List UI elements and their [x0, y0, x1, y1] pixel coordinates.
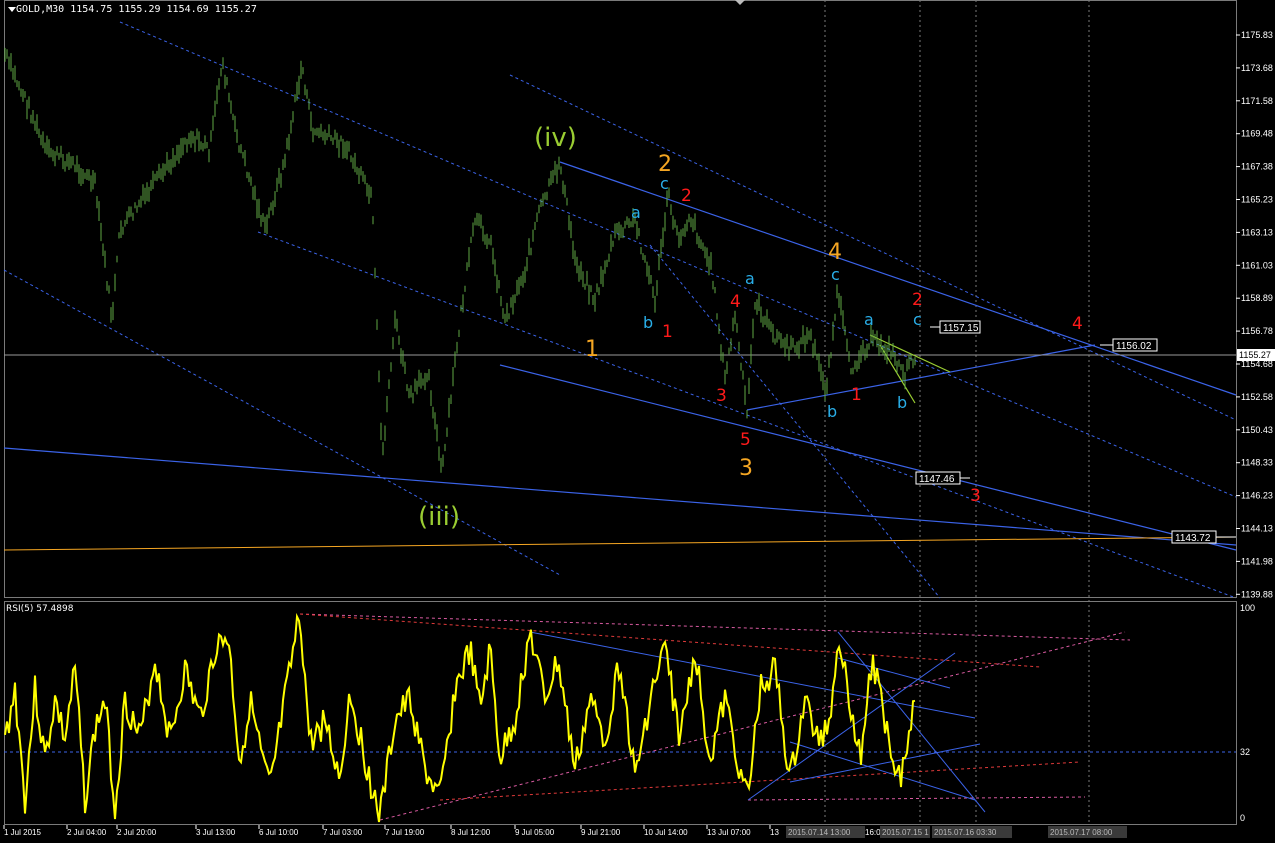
wave-labels: (iv) (iii) 2 1 3 4 c a b a c a b b c 2 1…	[418, 123, 1083, 532]
period-separators	[824, 0, 1090, 825]
wave-label-b3: b	[897, 393, 907, 412]
wave-label-a1: a	[631, 203, 641, 222]
time-tick-label: 2 Jul 04:00	[67, 828, 107, 837]
price-tick-label: 1163.13	[1241, 227, 1273, 237]
rsi-level-32: 32	[1240, 747, 1250, 757]
time-hl-0: 2015.07.14 13:00	[788, 828, 851, 837]
wave-label-iii: (iii)	[418, 502, 460, 532]
time-tick-label: 1 Jul 2015	[4, 828, 41, 837]
chart-canvas[interactable]: 1175.83 1173.68 1171.58 1169.48 1167.38 1165.…	[0, 0, 1275, 843]
wave-label-red-2a: 2	[681, 186, 692, 206]
current-price-tag: 1155.27	[1237, 349, 1275, 361]
rsi-trendlines	[299, 613, 1131, 821]
time-hl-2: 2015.07.15 1	[882, 828, 929, 837]
wave-label-c2: c	[831, 265, 840, 284]
rsi-level-0: 0	[1240, 813, 1245, 823]
wave-label-orange-1: 1	[585, 337, 599, 362]
rsi-title: RSI(5) 57.4898	[6, 604, 74, 614]
price-tag-1147: 1147.46	[915, 471, 970, 485]
price-tag-1156-text: 1156.02	[1116, 341, 1152, 352]
wave-label-c1: c	[660, 174, 669, 193]
wave-label-a3: a	[864, 310, 874, 329]
time-tick-label: 10 Jul 14:00	[644, 828, 688, 837]
rsi-line	[4, 612, 916, 823]
wave-label-red-3a: 3	[716, 386, 727, 406]
orange-support-line	[3, 536, 1237, 551]
time-tick-label: 13	[770, 828, 779, 837]
time-hl-3: 2015.07.16 03:30	[934, 828, 997, 837]
price-tick-label: 1169.48	[1241, 129, 1273, 139]
wave-label-red-1a: 1	[662, 322, 673, 342]
price-tick-label: 1167.38	[1241, 162, 1273, 172]
price-tick-label: 1146.23	[1241, 491, 1273, 501]
price-tag-1157-text: 1157.15	[943, 323, 979, 334]
chart-shift-marker[interactable]	[735, 0, 745, 5]
wave-label-red-4b: 4	[1072, 314, 1083, 334]
price-tick-label: 1165.23	[1241, 195, 1273, 205]
price-tick-label: 1173.68	[1241, 63, 1273, 73]
wave-label-red-4a: 4	[730, 292, 741, 312]
time-axis-highlights: 2015.07.14 13:00 16:0 2015.07.15 1 2015.…	[786, 826, 1127, 838]
wave-label-red-3b: 3	[970, 486, 981, 506]
price-tick-label: 1141.98	[1241, 556, 1273, 566]
time-tick-label: 9 Jul 05:00	[515, 828, 555, 837]
time-hl-1: 16:0	[865, 828, 881, 837]
time-tick-label: 6 Jul 10:00	[259, 828, 299, 837]
wave-label-c3: c	[913, 310, 922, 329]
price-tick-label: 1158.89	[1241, 293, 1273, 303]
symbol-label: GOLD,M30	[16, 4, 65, 15]
time-hl-4: 2015.07.17 08:00	[1050, 828, 1113, 837]
wave-label-red-1b: 1	[851, 385, 862, 405]
price-tick-label: 1150.43	[1241, 425, 1273, 435]
price-tick-label: 1156.78	[1241, 326, 1273, 336]
ohlc-header: GOLD,M30 1154.75 1155.29 1154.69 1155.27	[6, 4, 257, 15]
price-tick-label: 1152.58	[1241, 392, 1273, 402]
wave-label-red-2b: 2	[912, 290, 923, 310]
price-tick-label: 1171.58	[1241, 96, 1273, 106]
price-axis: 1175.83 1173.68 1171.58 1169.48 1167.38 1165.…	[1236, 30, 1273, 599]
price-tag-1147-text: 1147.46	[919, 474, 955, 485]
price-candles	[4, 47, 916, 473]
price-tag-1143-text: 1143.72	[1175, 533, 1211, 544]
price-tick-label: 1148.33	[1241, 458, 1273, 468]
price-tick-label: 1139.88	[1241, 589, 1273, 599]
current-price-value: 1155.27	[1239, 350, 1271, 360]
time-tick-label: 13 Jul 07:00	[707, 828, 751, 837]
wave-label-a2: a	[745, 269, 755, 288]
time-tick-label: 3 Jul 13:00	[196, 828, 236, 837]
wave-label-orange-3: 3	[739, 456, 753, 481]
time-tick-label: 7 Jul 03:00	[323, 828, 363, 837]
price-tick-label: 1144.13	[1241, 524, 1273, 534]
time-tick-label: 9 Jul 21:00	[581, 828, 621, 837]
price-tag-1143: 1143.72	[1171, 530, 1236, 544]
rsi-frame	[4, 601, 1237, 825]
ohlc-values: 1154.75 1155.29 1154.69 1155.27	[70, 4, 257, 15]
wave-label-red-5: 5	[740, 430, 751, 450]
time-tick-label: 8 Jul 12:00	[451, 828, 491, 837]
time-tick-label: 7 Jul 19:00	[385, 828, 425, 837]
main-chart-frame	[4, 0, 1237, 598]
trendlines	[3, 161, 1237, 551]
wave-label-b2: b	[827, 402, 837, 421]
wedge-lines	[869, 334, 951, 404]
rsi-level-100: 100	[1240, 603, 1255, 613]
time-tick-label: 2 Jul 20:00	[117, 828, 157, 837]
time-axis: 1 Jul 2015 2 Jul 04:00 2 Jul 20:00 3 Jul 13…	[3, 825, 779, 837]
wave-label-iv: (iv)	[534, 123, 577, 153]
price-tick-label: 1175.83	[1241, 30, 1273, 40]
price-tick-label: 1161.03	[1241, 260, 1273, 270]
rsi-level-labels: 100 32 0	[1240, 603, 1255, 823]
dashed-channel-lines	[3, 21, 1237, 599]
price-tag-1157: 1157.15	[930, 320, 981, 334]
wave-label-b1: b	[643, 313, 653, 332]
price-tag-1156: 1156.02	[1100, 338, 1158, 352]
wave-label-orange-4: 4	[828, 240, 842, 265]
